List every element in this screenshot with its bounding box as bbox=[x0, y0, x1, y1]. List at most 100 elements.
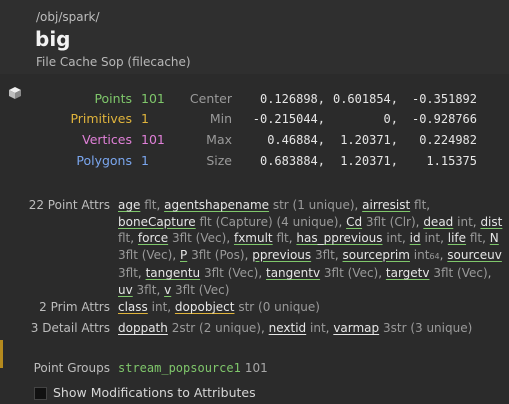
bounds-center-z: -0.351892 bbox=[411, 92, 477, 106]
attr-entry: fxmult flt, bbox=[233, 231, 293, 245]
polygons-count: 1 bbox=[141, 153, 149, 168]
bounds-min-z: -0.928766 bbox=[411, 112, 477, 126]
attr-entry: Cd 3flt (Clr), bbox=[346, 214, 420, 229]
attr-type: 3str (3 unique) bbox=[382, 321, 473, 335]
bounds-min-label: Min bbox=[209, 111, 232, 126]
detail-attrs-label: 3 Detail Attrs bbox=[30, 321, 110, 335]
attr-type: 3flt (Vec) bbox=[203, 266, 259, 280]
attr-name[interactable]: force bbox=[138, 231, 168, 245]
attr-type: flt bbox=[469, 231, 483, 245]
attr-type: 3flt bbox=[118, 266, 138, 280]
attr-entry: tangentu 3flt (Vec), bbox=[145, 266, 263, 280]
attr-entry: dead int, bbox=[423, 214, 477, 229]
primitives-count: 1 bbox=[141, 111, 149, 126]
bounds-size-x: 0.683884, bbox=[259, 154, 325, 168]
attr-type: int bbox=[386, 231, 403, 245]
attr-name[interactable]: age bbox=[118, 198, 140, 212]
attr-name[interactable]: agentshapename bbox=[164, 198, 269, 212]
attr-type: flt bbox=[414, 198, 427, 212]
bounds-max-y: 1.20371, bbox=[340, 133, 398, 147]
attr-entry: uv 3flt, bbox=[118, 282, 161, 297]
prim-attrs-list: class int, dopobject str (0 unique) bbox=[118, 300, 320, 314]
attr-entry: boneCapture flt (Capture) (4 unique), bbox=[118, 214, 343, 229]
vertices-label: Vertices bbox=[82, 132, 132, 147]
points-label: Points bbox=[94, 91, 132, 106]
attr-type: int bbox=[413, 247, 430, 262]
point-group-name: stream_popsource1 bbox=[118, 361, 241, 375]
attr-name[interactable]: boneCapture bbox=[118, 215, 196, 229]
detail-attrs-list: doppath 2str (2 unique), nextid int, var… bbox=[118, 321, 473, 335]
attr-entry: has_pprevious int, bbox=[296, 231, 406, 245]
attr-type: 3flt (Vec) bbox=[323, 266, 379, 280]
attr-name[interactable]: uv bbox=[118, 283, 133, 297]
attr-entry: life flt, bbox=[447, 231, 486, 245]
attr-entry: pprevious 3flt, bbox=[252, 247, 339, 262]
attr-name[interactable]: pprevious bbox=[252, 248, 311, 262]
bounds-size-z: 1.15375 bbox=[426, 154, 477, 168]
attr-type: int bbox=[310, 321, 326, 335]
attr-name[interactable]: has_pprevious bbox=[296, 231, 382, 245]
attr-type: str (1 unique) bbox=[272, 198, 355, 212]
attr-name[interactable]: airresist bbox=[362, 198, 410, 212]
attr-name[interactable]: tangentu bbox=[146, 266, 201, 280]
attr-type: 3flt bbox=[314, 247, 335, 262]
attr-name[interactable]: fxmult bbox=[234, 231, 273, 245]
attr-name[interactable]: dist bbox=[480, 215, 502, 229]
node-info-header: /obj/spark/ big File Cache Sop (filecach… bbox=[0, 0, 509, 74]
polygons-label: Polygons bbox=[76, 153, 132, 168]
attr-type: 2str (2 unique) bbox=[171, 321, 261, 335]
attr-name[interactable]: dead bbox=[423, 215, 453, 229]
attr-name[interactable]: doppath bbox=[118, 321, 168, 335]
bounds-size-y: 1.20371, bbox=[340, 154, 398, 168]
attr-entry: tangentv 3flt (Vec), bbox=[265, 266, 383, 280]
bounds-max-z: 0.224982 bbox=[419, 133, 477, 147]
bounds-min-x: -0.215044, bbox=[252, 112, 325, 126]
attr-name[interactable]: dopobject bbox=[175, 300, 235, 314]
attr-entry: age flt, bbox=[118, 198, 161, 212]
primitives-label: Primitives bbox=[70, 111, 132, 126]
attr-name[interactable]: tangentv bbox=[266, 266, 320, 280]
attr-type: flt (Capture) (4 unique) bbox=[199, 214, 339, 229]
attr-name[interactable]: varmap bbox=[333, 321, 379, 335]
point-attrs-label: 22 Point Attrs bbox=[28, 198, 110, 212]
attr-name[interactable]: class bbox=[118, 300, 148, 314]
attr-entry: v 3flt (Vec) bbox=[164, 283, 229, 297]
attr-name[interactable]: targetv bbox=[386, 266, 430, 280]
attr-name[interactable]: N bbox=[490, 231, 499, 245]
attr-name[interactable]: P bbox=[180, 248, 187, 262]
attr-name[interactable]: sourceuv bbox=[447, 248, 502, 262]
bounds-max-x: 0.46884, bbox=[267, 133, 325, 147]
attr-type-subscript: 64 bbox=[429, 251, 440, 261]
show-modifications-label[interactable]: Show Modifications to Attributes bbox=[53, 385, 256, 400]
attr-entry: P 3flt (Pos), bbox=[180, 247, 249, 262]
attr-entry: airresist flt, bbox=[362, 198, 431, 212]
geometry-cube-icon bbox=[9, 87, 21, 99]
bounds-min-y: 0, bbox=[383, 112, 398, 126]
attr-type: flt bbox=[144, 198, 157, 212]
point-attrs-list: age flt, agentshapename str (1 unique), … bbox=[118, 197, 503, 298]
show-modifications-checkbox[interactable] bbox=[34, 387, 47, 400]
attr-type: 3flt (Clr) bbox=[365, 214, 416, 229]
bounds-center-y: 0.601854, bbox=[332, 92, 398, 106]
node-name: big bbox=[35, 27, 71, 51]
bounds-max-label: Max bbox=[206, 132, 232, 147]
attr-name[interactable]: v bbox=[164, 283, 171, 297]
node-info-panel: /obj/spark/ big File Cache Sop (filecach… bbox=[0, 0, 509, 404]
node-type: File Cache Sop (filecache) bbox=[36, 55, 191, 69]
attr-entry: sourceprim int64, bbox=[342, 247, 444, 262]
attr-type: 3flt (Vec) bbox=[118, 247, 173, 262]
attr-type: 3flt (Vec) bbox=[171, 231, 227, 245]
attr-entry: agentshapename str (1 unique), bbox=[164, 198, 359, 212]
attr-type: int bbox=[457, 214, 473, 229]
attr-name[interactable]: id bbox=[410, 231, 421, 245]
attr-name[interactable]: Cd bbox=[346, 215, 362, 229]
bounds-center-x: 0.126898, bbox=[259, 92, 325, 106]
attr-type: int bbox=[424, 231, 441, 245]
bounds-center-label: Center bbox=[189, 91, 232, 106]
attr-name[interactable]: sourceprim bbox=[343, 248, 410, 262]
prim-attrs-label: 2 Prim Attrs bbox=[39, 300, 110, 314]
attr-name[interactable]: life bbox=[448, 231, 466, 245]
points-count: 101 bbox=[141, 91, 165, 106]
attr-name[interactable]: nextid bbox=[269, 321, 307, 335]
attr-type: int bbox=[151, 300, 168, 314]
